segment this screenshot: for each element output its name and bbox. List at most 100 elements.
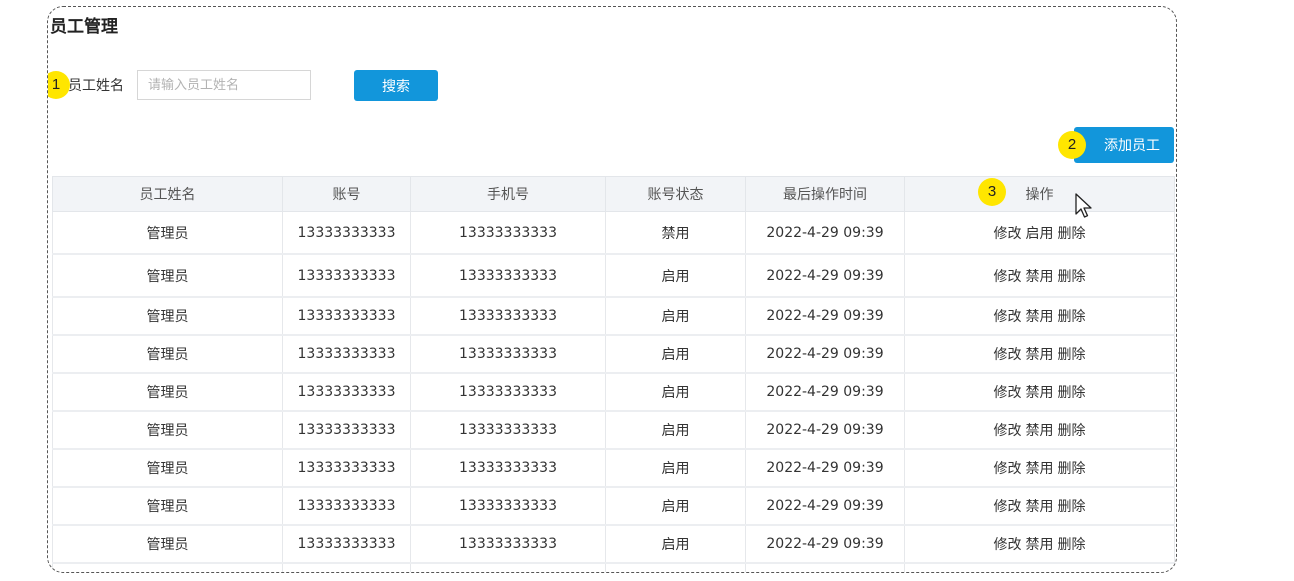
cell-employee-name: 管理员 [52, 562, 283, 572]
table-row: 管理员1333333333313333333333启用2022-4-29 09:… [52, 562, 1175, 573]
cell-actions: 修改禁用删除 [904, 253, 1175, 298]
cell-actions: 修改 禁用 删除 [904, 562, 1175, 573]
delete-link[interactable]: 删除 [1058, 306, 1086, 326]
cell-actions: 修改禁用删除 [904, 486, 1175, 526]
employee-management-panel: 员工管理 1 员工姓名 搜索 添加员工 2 员工姓名 账号 手机号 账号状态 最… [47, 6, 1177, 573]
toggle-status-link[interactable]: 禁用 [1026, 458, 1054, 478]
cell-employee-name: 管理员 [52, 334, 283, 374]
cell-phone: 13333333333 [410, 372, 606, 412]
delete-link[interactable]: 删除 [1058, 458, 1086, 478]
delete-link[interactable]: 删除 [1058, 344, 1086, 364]
cell-account-status: 启用 [605, 334, 746, 374]
toggle-status-link[interactable]: 启用 [1026, 223, 1054, 243]
cell-last-operation-time: 2022-4-29 09:39 [745, 253, 905, 298]
edit-link[interactable]: 修改 [994, 382, 1022, 402]
edit-link[interactable]: 修改 [994, 306, 1022, 326]
toggle-status-link[interactable]: 禁用 [1026, 344, 1054, 364]
table-row: 管理员 13333333333 13333333333 禁用 2022-4-29 09:… [52, 211, 1175, 255]
toggle-status-link[interactable]: 禁用 [1026, 266, 1054, 286]
annotation-marker-3: 3 [978, 178, 1006, 206]
delete-link[interactable]: 删除 [1058, 266, 1086, 286]
toggle-status-link[interactable]: 禁用 [1026, 420, 1054, 440]
cell-actions: 修改 启用 删除 [904, 211, 1175, 255]
cell-account: 13333333333 [282, 562, 411, 572]
cell-account-status: 启用 [605, 253, 746, 298]
cell-last-operation-time: 2022-4-29 09:39 [745, 562, 905, 572]
cell-account: 13333333333 [282, 334, 411, 374]
edit-link[interactable]: 修改 [994, 496, 1022, 516]
column-header-actions-label: 操作 [1025, 187, 1054, 203]
cell-actions: 修改禁用删除 [904, 334, 1175, 374]
cell-phone: 13333333333 [410, 410, 606, 450]
column-header-status: 账号状态 [605, 176, 746, 212]
delete-link[interactable]: 删除 [1058, 382, 1086, 402]
cell-account: 13333333333 [282, 410, 411, 450]
cell-phone: 13333333333 [410, 562, 606, 572]
delete-link[interactable]: 删除 [1058, 223, 1086, 243]
table-row: 管理员1333333333313333333333启用2022-4-29 09:… [52, 486, 1175, 526]
search-input[interactable] [137, 70, 311, 100]
cell-employee-name: 管理员 [52, 410, 283, 450]
cell-employee-name: 管理员 [52, 448, 283, 488]
cell-phone: 13333333333 [410, 253, 606, 298]
delete-link[interactable]: 删除 [1058, 572, 1086, 573]
cell-account: 13333333333 [282, 448, 411, 488]
delete-link[interactable]: 删除 [1058, 420, 1086, 440]
toggle-status-link[interactable]: 禁用 [1026, 534, 1054, 554]
column-header-account: 账号 [282, 176, 411, 212]
cell-phone: 13333333333 [410, 334, 606, 374]
cell-actions: 修改禁用删除 [904, 296, 1175, 336]
search-label: 员工姓名 [68, 78, 124, 94]
toggle-status-link[interactable]: 禁用 [1026, 306, 1054, 326]
cell-account: 13333333333 [282, 486, 411, 526]
cell-last-operation-time: 2022-4-29 09:39 [745, 410, 905, 450]
cell-employee-name: 管理员 [52, 211, 283, 255]
delete-link[interactable]: 删除 [1058, 496, 1086, 516]
table-row: 管理员1333333333313333333333启用2022-4-29 09:… [52, 410, 1175, 450]
employee-table: 员工姓名 账号 手机号 账号状态 最后操作时间 操作 管理员 1333333333… [52, 176, 1175, 573]
cell-account-status: 启用 [605, 410, 746, 450]
edit-link[interactable]: 修改 [994, 266, 1022, 286]
cell-phone: 13333333333 [410, 296, 606, 336]
cell-account: 13333333333 [282, 372, 411, 412]
cell-account-status: 启用 [605, 296, 746, 336]
mouse-pointer-icon [1075, 193, 1092, 218]
table-row: 管理员1333333333313333333333启用2022-4-29 09:… [52, 253, 1175, 298]
edit-link[interactable]: 修改 [994, 420, 1022, 440]
edit-link[interactable]: 修改 [994, 223, 1022, 243]
edit-link[interactable]: 修改 [994, 534, 1022, 554]
cell-employee-name: 管理员 [52, 372, 283, 412]
cell-last-operation-time: 2022-4-29 09:39 [745, 296, 905, 336]
table-row: 管理员1333333333313333333333启用2022-4-29 09:… [52, 524, 1175, 564]
cell-phone: 13333333333 [410, 524, 606, 564]
table-row: 管理员1333333333313333333333启用2022-4-29 09:… [52, 296, 1175, 336]
add-employee-button[interactable]: 添加员工 [1074, 127, 1174, 163]
cell-employee-name: 管理员 [52, 524, 283, 564]
cell-account-status: 启用 [605, 486, 746, 526]
cell-phone: 13333333333 [410, 486, 606, 526]
table-row: 管理员1333333333313333333333启用2022-4-29 09:… [52, 372, 1175, 412]
cell-last-operation-time: 2022-4-29 09:39 [745, 334, 905, 374]
delete-link[interactable]: 删除 [1058, 534, 1086, 554]
annotation-marker-1: 1 [48, 71, 70, 99]
edit-link[interactable]: 修改 [994, 572, 1022, 573]
column-header-phone: 手机号 [410, 176, 606, 212]
cell-employee-name: 管理员 [52, 253, 283, 298]
page-title: 员工管理 [50, 17, 118, 37]
toggle-status-link[interactable]: 禁用 [1026, 572, 1054, 573]
edit-link[interactable]: 修改 [994, 344, 1022, 364]
column-header-name: 员工姓名 [52, 176, 283, 212]
cell-account-status: 启用 [605, 524, 746, 564]
search-button[interactable]: 搜索 [354, 70, 438, 101]
toggle-status-link[interactable]: 禁用 [1026, 496, 1054, 516]
annotation-marker-2: 2 [1058, 131, 1086, 159]
cell-last-operation-time: 2022-4-29 09:39 [745, 448, 905, 488]
cell-employee-name: 管理员 [52, 486, 283, 526]
toggle-status-link[interactable]: 禁用 [1026, 382, 1054, 402]
edit-link[interactable]: 修改 [994, 458, 1022, 478]
cell-last-operation-time: 2022-4-29 09:39 [745, 524, 905, 564]
cell-account-status: 启用 [605, 562, 746, 572]
cell-last-operation-time: 2022-4-29 09:39 [745, 372, 905, 412]
cell-actions: 修改禁用删除 [904, 524, 1175, 564]
cell-account-status: 禁用 [605, 211, 746, 255]
